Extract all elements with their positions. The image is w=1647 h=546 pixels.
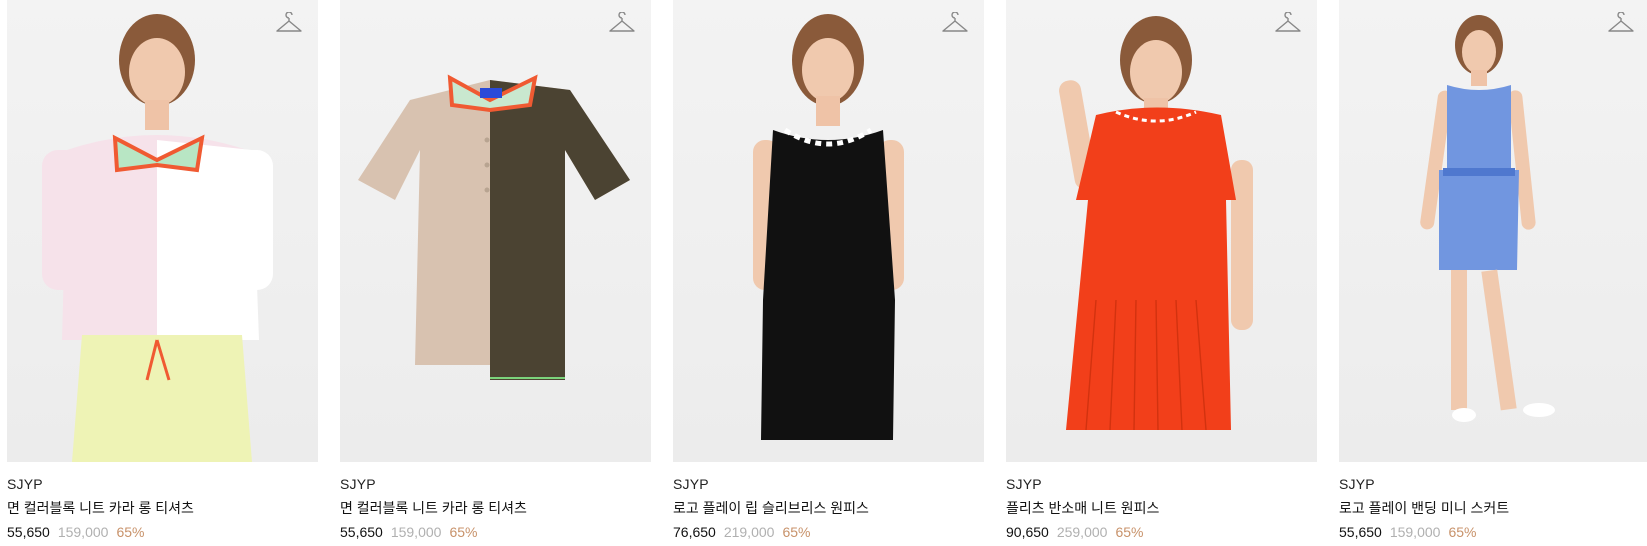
discount-rate: 65% — [782, 524, 811, 540]
brand-name[interactable]: SJYP — [1006, 476, 1317, 492]
product-info: SJYP 면 컬러블록 니트 카라 롱 티셔츠 55,650 159,000 65% — [340, 462, 651, 541]
sale-price: 76,650 — [673, 524, 716, 540]
brand-name[interactable]: SJYP — [1339, 476, 1647, 492]
model-illustration — [42, 14, 273, 462]
sale-price: 55,650 — [1339, 524, 1382, 540]
price-row: 55,650 159,000 65% — [1339, 523, 1647, 541]
price-row: 55,650 159,000 65% — [340, 523, 651, 541]
hanger-icon[interactable] — [609, 12, 635, 34]
model-illustration — [1420, 15, 1555, 422]
product-info: SJYP 면 컬러블록 니트 카라 롱 티셔츠 55,650 159,000 65% — [7, 462, 318, 541]
product-image[interactable] — [673, 0, 984, 462]
original-price: 159,000 — [390, 524, 442, 540]
original-price: 159,000 — [57, 524, 109, 540]
product-card[interactable]: SJYP 면 컬러블록 니트 카라 롱 티셔츠 55,650 159,000 65% — [340, 0, 651, 541]
sale-price: 55,650 — [340, 524, 383, 540]
price-row: 90,650 259,000 65% — [1006, 523, 1317, 541]
product-name[interactable]: 로고 플레이 립 슬리브리스 원피스 — [673, 500, 984, 517]
hanger-icon[interactable] — [1275, 12, 1301, 34]
product-card[interactable]: SJYP 면 컬러블록 니트 카라 롱 티셔츠 55,650 159,000 65% — [7, 0, 318, 541]
sale-price: 55,650 — [7, 524, 50, 540]
model-illustration — [753, 14, 904, 440]
product-image[interactable] — [1339, 0, 1647, 462]
product-info: SJYP 플리츠 반소매 니트 원피스 90,650 259,000 65% — [1006, 462, 1317, 541]
sale-price: 90,650 — [1006, 524, 1049, 540]
hanger-icon[interactable] — [942, 12, 968, 34]
product-name[interactable]: 로고 플레이 밴딩 미니 스커트 — [1339, 500, 1647, 517]
brand-name[interactable]: SJYP — [7, 476, 318, 492]
product-name[interactable]: 플리츠 반소매 니트 원피스 — [1006, 500, 1317, 517]
original-price: 219,000 — [723, 524, 775, 540]
product-grid: SJYP 면 컬러블록 니트 카라 롱 티셔츠 55,650 159,000 65% — [7, 0, 1647, 541]
discount-rate: 65% — [116, 524, 145, 540]
brand-name[interactable]: SJYP — [340, 476, 651, 492]
product-info: SJYP 로고 플레이 립 슬리브리스 원피스 76,650 219,000 65% — [673, 462, 984, 541]
discount-rate: 65% — [1448, 524, 1477, 540]
product-name[interactable]: 면 컬러블록 니트 카라 롱 티셔츠 — [340, 500, 651, 517]
product-image[interactable] — [1006, 0, 1317, 462]
original-price: 159,000 — [1389, 524, 1441, 540]
product-card[interactable]: SJYP 로고 플레이 밴딩 미니 스커트 55,650 159,000 65% — [1339, 0, 1647, 541]
brand-name[interactable]: SJYP — [673, 476, 984, 492]
discount-rate: 65% — [1115, 524, 1144, 540]
model-illustration — [1059, 16, 1253, 431]
price-row: 55,650 159,000 65% — [7, 523, 318, 541]
product-image[interactable] — [340, 0, 651, 462]
product-card[interactable]: SJYP 플리츠 반소매 니트 원피스 90,650 259,000 65% — [1006, 0, 1317, 541]
product-image[interactable] — [7, 0, 318, 462]
hanger-icon[interactable] — [1608, 12, 1634, 34]
product-card[interactable]: SJYP 로고 플레이 립 슬리브리스 원피스 76,650 219,000 65% — [673, 0, 984, 541]
discount-rate: 65% — [449, 524, 478, 540]
original-price: 259,000 — [1056, 524, 1108, 540]
product-name[interactable]: 면 컬러블록 니트 카라 롱 티셔츠 — [7, 500, 318, 517]
hanger-icon[interactable] — [276, 12, 302, 34]
price-row: 76,650 219,000 65% — [673, 523, 984, 541]
garment-illustration — [358, 74, 630, 380]
product-info: SJYP 로고 플레이 밴딩 미니 스커트 55,650 159,000 65% — [1339, 462, 1647, 541]
